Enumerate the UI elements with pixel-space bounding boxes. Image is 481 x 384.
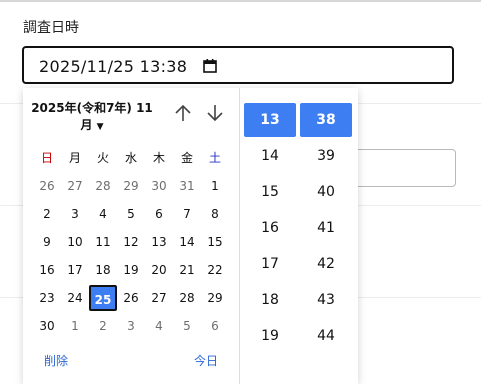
- weekday-label: 月: [68, 151, 81, 165]
- day-cell[interactable]: 1: [201, 173, 229, 199]
- weekday-label: 土: [208, 151, 221, 165]
- prev-month-button[interactable]: [173, 102, 193, 124]
- minute-option[interactable]: 44: [300, 319, 352, 353]
- datetime-value[interactable]: 2025/11/25 13:38: [39, 57, 187, 76]
- day-cell[interactable]: 15: [201, 229, 229, 255]
- day-cell[interactable]: 5: [117, 201, 145, 227]
- day-cell[interactable]: 14: [173, 229, 201, 255]
- day-cell[interactable]: 9: [33, 229, 61, 255]
- hour-option[interactable]: 16: [244, 211, 296, 245]
- day-cell[interactable]: 26: [117, 285, 145, 311]
- day-cell[interactable]: 26: [33, 173, 61, 199]
- day-cell[interactable]: 4: [145, 313, 173, 339]
- day-cell[interactable]: 3: [117, 313, 145, 339]
- day-cell[interactable]: 10: [61, 229, 89, 255]
- day-cell[interactable]: 7: [173, 201, 201, 227]
- hour-option[interactable]: 15: [244, 175, 296, 209]
- day-cell[interactable]: 8: [201, 201, 229, 227]
- weekday-label: 木: [152, 151, 165, 165]
- day-cell[interactable]: 27: [61, 173, 89, 199]
- day-cell[interactable]: 30: [33, 313, 61, 339]
- selected-day-cell[interactable]: 25: [89, 285, 117, 311]
- field-label: 調査日時: [23, 20, 79, 36]
- day-cell[interactable]: 28: [173, 285, 201, 311]
- month-year-label: 2025年(令和7年) 11: [31, 101, 153, 115]
- weekday-label: 火: [96, 151, 109, 165]
- background-input[interactable]: [345, 149, 456, 187]
- month-year-selector[interactable]: 2025年(令和7年) 11 月 ▼: [29, 100, 155, 136]
- day-cell[interactable]: 17: [61, 257, 89, 283]
- day-cell[interactable]: 2: [33, 201, 61, 227]
- day-cell[interactable]: 6: [145, 201, 173, 227]
- calendar-icon[interactable]: [202, 58, 218, 74]
- day-cell[interactable]: 22: [201, 257, 229, 283]
- weekday-label: 金: [180, 151, 193, 165]
- day-cell[interactable]: 12: [117, 229, 145, 255]
- clear-button[interactable]: 削除: [44, 352, 68, 369]
- day-cell[interactable]: 29: [201, 285, 229, 311]
- day-cell[interactable]: 19: [117, 257, 145, 283]
- day-cell[interactable]: 28: [89, 173, 117, 199]
- minute-option[interactable]: 40: [300, 175, 352, 209]
- weekday-label: 日: [40, 151, 53, 165]
- hour-option[interactable]: 19: [244, 319, 296, 353]
- day-cell[interactable]: 4: [89, 201, 117, 227]
- month-year-label-cont: 月: [80, 118, 93, 132]
- hour-option[interactable]: 18: [244, 283, 296, 317]
- day-cell[interactable]: 5: [173, 313, 201, 339]
- day-cell[interactable]: 2: [89, 313, 117, 339]
- today-button[interactable]: 今日: [194, 352, 218, 369]
- day-cell[interactable]: 16: [33, 257, 61, 283]
- minute-option[interactable]: 42: [300, 247, 352, 281]
- hour-option[interactable]: 17: [244, 247, 296, 281]
- minute-option[interactable]: 39: [300, 139, 352, 173]
- day-cell[interactable]: 21: [173, 257, 201, 283]
- datetime-input[interactable]: 2025/11/25 13:38: [22, 46, 454, 84]
- day-cell[interactable]: 11: [89, 229, 117, 255]
- day-cell[interactable]: 1: [61, 313, 89, 339]
- arrow-down-icon: [207, 105, 223, 122]
- day-cell[interactable]: 18: [89, 257, 117, 283]
- minute-option[interactable]: 41: [300, 211, 352, 245]
- hour-option-selected[interactable]: 13: [244, 103, 296, 137]
- arrow-up-icon: [175, 104, 191, 121]
- day-cell[interactable]: 13: [145, 229, 173, 255]
- weekday-label: 水: [124, 151, 137, 165]
- datetime-picker-popup: 2025年(令和7年) 11 月 ▼ 日 月 火 水 木 金 土 26 27 2…: [23, 88, 358, 384]
- hour-option[interactable]: 14: [244, 139, 296, 173]
- day-cell[interactable]: 31: [173, 173, 201, 199]
- day-cell[interactable]: 24: [61, 285, 89, 311]
- day-cell[interactable]: 27: [145, 285, 173, 311]
- top-divider: [0, 0, 481, 2]
- day-cell[interactable]: 30: [145, 173, 173, 199]
- day-cell[interactable]: 20: [145, 257, 173, 283]
- day-cell[interactable]: 3: [61, 201, 89, 227]
- caret-down-icon: ▼: [96, 122, 104, 132]
- minute-option-selected[interactable]: 38: [300, 103, 352, 137]
- day-cell[interactable]: 23: [33, 285, 61, 311]
- next-month-button[interactable]: [205, 102, 225, 124]
- day-cell[interactable]: 29: [117, 173, 145, 199]
- picker-divider: [239, 88, 240, 384]
- day-cell[interactable]: 6: [201, 313, 229, 339]
- minute-option[interactable]: 43: [300, 283, 352, 317]
